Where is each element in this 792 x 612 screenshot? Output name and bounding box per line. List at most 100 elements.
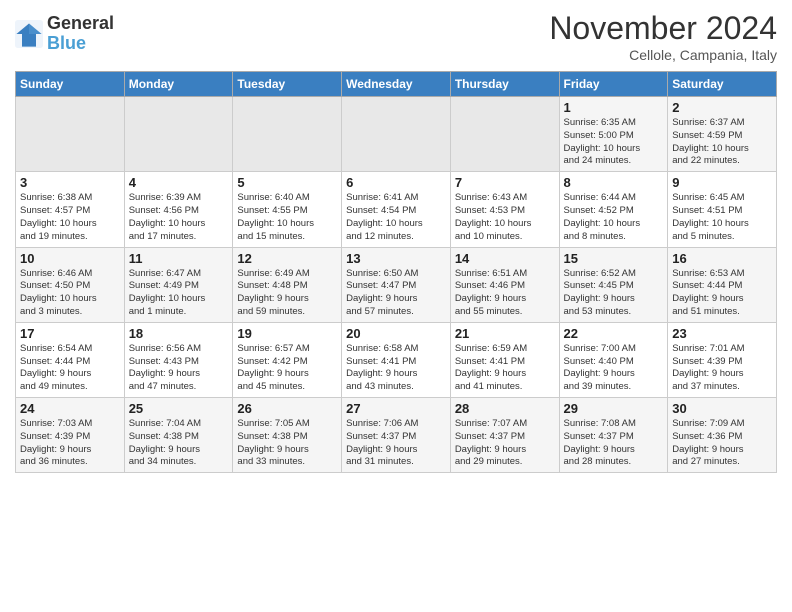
cell-content: Sunrise: 7:03 AM Sunset: 4:39 PM Dayligh… [20, 418, 120, 469]
calendar-cell: 12 Sunrise: 6:49 AM Sunset: 4:48 PM Dayli… [233, 247, 342, 322]
day-number: 8 [564, 175, 664, 190]
weekday-header-tuesday: Tuesday [233, 72, 342, 97]
day-number: 30 [672, 401, 772, 416]
day-number: 27 [346, 401, 446, 416]
calendar-cell: 5 Sunrise: 6:40 AM Sunset: 4:55 PM Daylig… [233, 172, 342, 247]
day-number: 24 [20, 401, 120, 416]
cell-content: Sunrise: 7:08 AM Sunset: 4:37 PM Dayligh… [564, 418, 664, 469]
calendar-cell: 28 Sunrise: 7:07 AM Sunset: 4:37 PM Dayli… [450, 398, 559, 473]
calendar-cell: 24 Sunrise: 7:03 AM Sunset: 4:39 PM Dayli… [16, 398, 125, 473]
calendar-cell [342, 97, 451, 172]
calendar-cell [16, 97, 125, 172]
calendar-cell: 22 Sunrise: 7:00 AM Sunset: 4:40 PM Dayli… [559, 322, 668, 397]
day-number: 16 [672, 251, 772, 266]
day-number: 12 [237, 251, 337, 266]
day-number: 29 [564, 401, 664, 416]
cell-content: Sunrise: 7:00 AM Sunset: 4:40 PM Dayligh… [564, 343, 664, 394]
cell-content: Sunrise: 6:43 AM Sunset: 4:53 PM Dayligh… [455, 192, 555, 243]
cell-content: Sunrise: 6:56 AM Sunset: 4:43 PM Dayligh… [129, 343, 229, 394]
day-number: 4 [129, 175, 229, 190]
day-number: 5 [237, 175, 337, 190]
cell-content: Sunrise: 7:01 AM Sunset: 4:39 PM Dayligh… [672, 343, 772, 394]
calendar-cell: 16 Sunrise: 6:53 AM Sunset: 4:44 PM Dayli… [668, 247, 777, 322]
cell-content: Sunrise: 6:39 AM Sunset: 4:56 PM Dayligh… [129, 192, 229, 243]
cell-content: Sunrise: 6:49 AM Sunset: 4:48 PM Dayligh… [237, 268, 337, 319]
day-number: 18 [129, 326, 229, 341]
calendar-cell: 10 Sunrise: 6:46 AM Sunset: 4:50 PM Dayli… [16, 247, 125, 322]
weekday-header-saturday: Saturday [668, 72, 777, 97]
cell-content: Sunrise: 6:44 AM Sunset: 4:52 PM Dayligh… [564, 192, 664, 243]
day-number: 7 [455, 175, 555, 190]
cell-content: Sunrise: 7:04 AM Sunset: 4:38 PM Dayligh… [129, 418, 229, 469]
day-number: 2 [672, 100, 772, 115]
cell-content: Sunrise: 6:50 AM Sunset: 4:47 PM Dayligh… [346, 268, 446, 319]
cell-content: Sunrise: 6:47 AM Sunset: 4:49 PM Dayligh… [129, 268, 229, 319]
calendar-table: SundayMondayTuesdayWednesdayThursdayFrid… [15, 71, 777, 473]
logo: General Blue [15, 14, 114, 54]
calendar-week-3: 10 Sunrise: 6:46 AM Sunset: 4:50 PM Dayli… [16, 247, 777, 322]
day-number: 10 [20, 251, 120, 266]
cell-content: Sunrise: 6:54 AM Sunset: 4:44 PM Dayligh… [20, 343, 120, 394]
subtitle: Cellole, Campania, Italy [549, 47, 777, 63]
day-number: 13 [346, 251, 446, 266]
cell-content: Sunrise: 6:53 AM Sunset: 4:44 PM Dayligh… [672, 268, 772, 319]
day-number: 26 [237, 401, 337, 416]
day-number: 20 [346, 326, 446, 341]
calendar-cell [450, 97, 559, 172]
weekday-header-row: SundayMondayTuesdayWednesdayThursdayFrid… [16, 72, 777, 97]
calendar-cell: 6Sunrise: 6:41 AM Sunset: 4:54 PM Daylig… [342, 172, 451, 247]
cell-content: Sunrise: 6:58 AM Sunset: 4:41 PM Dayligh… [346, 343, 446, 394]
cell-content: Sunrise: 6:57 AM Sunset: 4:42 PM Dayligh… [237, 343, 337, 394]
cell-content: Sunrise: 6:37 AM Sunset: 4:59 PM Dayligh… [672, 117, 772, 168]
calendar-cell: 1 Sunrise: 6:35 AM Sunset: 5:00 PM Daylig… [559, 97, 668, 172]
day-number: 28 [455, 401, 555, 416]
calendar-cell: 20 Sunrise: 6:58 AM Sunset: 4:41 PM Dayli… [342, 322, 451, 397]
calendar-cell: 21 Sunrise: 6:59 AM Sunset: 4:41 PM Dayli… [450, 322, 559, 397]
cell-content: Sunrise: 6:59 AM Sunset: 4:41 PM Dayligh… [455, 343, 555, 394]
day-number: 1 [564, 100, 664, 115]
calendar-cell: 14 Sunrise: 6:51 AM Sunset: 4:46 PM Dayli… [450, 247, 559, 322]
title-block: November 2024 Cellole, Campania, Italy [549, 10, 777, 63]
day-number: 3 [20, 175, 120, 190]
cell-content: Sunrise: 6:52 AM Sunset: 4:45 PM Dayligh… [564, 268, 664, 319]
calendar-cell: 18 Sunrise: 6:56 AM Sunset: 4:43 PM Dayli… [124, 322, 233, 397]
calendar-cell [124, 97, 233, 172]
calendar-cell: 11 Sunrise: 6:47 AM Sunset: 4:49 PM Dayli… [124, 247, 233, 322]
calendar-week-4: 17Sunrise: 6:54 AM Sunset: 4:44 PM Dayli… [16, 322, 777, 397]
calendar-week-2: 3 Sunrise: 6:38 AM Sunset: 4:57 PM Daylig… [16, 172, 777, 247]
weekday-header-wednesday: Wednesday [342, 72, 451, 97]
weekday-header-sunday: Sunday [16, 72, 125, 97]
calendar-cell: 3 Sunrise: 6:38 AM Sunset: 4:57 PM Daylig… [16, 172, 125, 247]
calendar-header: SundayMondayTuesdayWednesdayThursdayFrid… [16, 72, 777, 97]
weekday-header-friday: Friday [559, 72, 668, 97]
cell-content: Sunrise: 6:40 AM Sunset: 4:55 PM Dayligh… [237, 192, 337, 243]
calendar-cell: 23Sunrise: 7:01 AM Sunset: 4:39 PM Dayli… [668, 322, 777, 397]
weekday-header-monday: Monday [124, 72, 233, 97]
calendar-cell: 13 Sunrise: 6:50 AM Sunset: 4:47 PM Dayli… [342, 247, 451, 322]
calendar-body: 1 Sunrise: 6:35 AM Sunset: 5:00 PM Daylig… [16, 97, 777, 473]
calendar-cell: 19 Sunrise: 6:57 AM Sunset: 4:42 PM Dayli… [233, 322, 342, 397]
cell-content: Sunrise: 6:38 AM Sunset: 4:57 PM Dayligh… [20, 192, 120, 243]
calendar-cell: 15Sunrise: 6:52 AM Sunset: 4:45 PM Dayli… [559, 247, 668, 322]
day-number: 22 [564, 326, 664, 341]
cell-content: Sunrise: 6:35 AM Sunset: 5:00 PM Dayligh… [564, 117, 664, 168]
cell-content: Sunrise: 6:46 AM Sunset: 4:50 PM Dayligh… [20, 268, 120, 319]
calendar-cell: 17Sunrise: 6:54 AM Sunset: 4:44 PM Dayli… [16, 322, 125, 397]
calendar-cell: 29 Sunrise: 7:08 AM Sunset: 4:37 PM Dayli… [559, 398, 668, 473]
day-number: 19 [237, 326, 337, 341]
cell-content: Sunrise: 7:09 AM Sunset: 4:36 PM Dayligh… [672, 418, 772, 469]
day-number: 21 [455, 326, 555, 341]
day-number: 9 [672, 175, 772, 190]
calendar-cell: 30 Sunrise: 7:09 AM Sunset: 4:36 PM Dayli… [668, 398, 777, 473]
cell-content: Sunrise: 6:51 AM Sunset: 4:46 PM Dayligh… [455, 268, 555, 319]
day-number: 11 [129, 251, 229, 266]
calendar-week-5: 24 Sunrise: 7:03 AM Sunset: 4:39 PM Dayli… [16, 398, 777, 473]
logo-text: General Blue [47, 14, 114, 54]
cell-content: Sunrise: 7:07 AM Sunset: 4:37 PM Dayligh… [455, 418, 555, 469]
calendar-cell: 2 Sunrise: 6:37 AM Sunset: 4:59 PM Daylig… [668, 97, 777, 172]
day-number: 14 [455, 251, 555, 266]
month-title: November 2024 [549, 10, 777, 47]
day-number: 6 [346, 175, 446, 190]
cell-content: Sunrise: 6:45 AM Sunset: 4:51 PM Dayligh… [672, 192, 772, 243]
calendar-cell: 27Sunrise: 7:06 AM Sunset: 4:37 PM Dayli… [342, 398, 451, 473]
